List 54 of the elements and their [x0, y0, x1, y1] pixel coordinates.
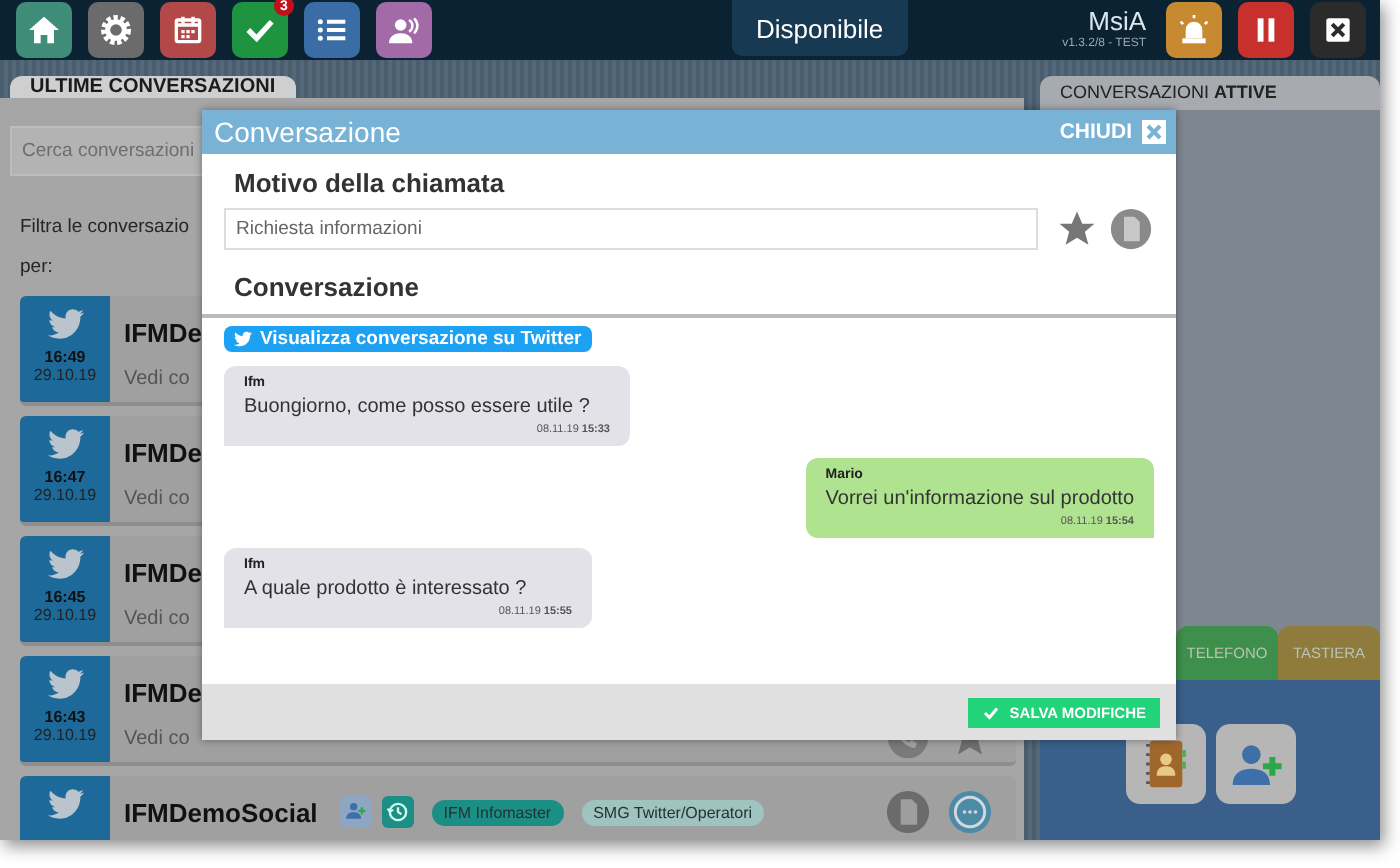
add-contact-icon[interactable] [1216, 724, 1296, 804]
date-text: 29.10.19 [33, 366, 97, 384]
tag: SMG Twitter/Operatori [581, 799, 765, 825]
date-text: 29.10.19 [33, 486, 97, 504]
calendar-icon[interactable] [160, 2, 216, 58]
history-icon[interactable] [381, 796, 414, 828]
tab[interactable]: ULTIME CONVERSAZIONI [10, 76, 296, 98]
filter-label: Filtra le conversazio [20, 214, 189, 242]
tag: IFM Infomaster [431, 799, 564, 825]
message-text: Vorrei un'informazione sul prodotto [825, 486, 1134, 514]
chat-icon[interactable] [948, 790, 992, 834]
preview-text: Vedi co [124, 607, 190, 629]
section-label: Conversazione [234, 274, 421, 302]
message-text: A quale prodotto è interessato ? [244, 576, 529, 604]
section-label: Motivo della chiamata [234, 170, 507, 198]
filter-label: per: [20, 254, 53, 282]
conversation-title: IFMDe [124, 677, 202, 707]
bird-icon [234, 330, 252, 348]
siren-icon[interactable] [1166, 2, 1222, 58]
date-text: 29.10.19 [33, 606, 97, 624]
preview-text: Vedi co [124, 487, 190, 509]
conversation-card[interactable]: IFMDemoSocial IFM Infomaster SMG Twitter/Operatori [20, 776, 1016, 840]
document-icon[interactable] [1110, 208, 1152, 250]
time-text: 16:43 [44, 708, 86, 726]
date-text: 29.10.19 [33, 726, 97, 744]
close-icon[interactable] [1310, 2, 1366, 58]
pause-icon[interactable] [1238, 2, 1294, 58]
preview-text: Vedi co [124, 727, 190, 749]
conversation-title: IFMDe [124, 437, 202, 467]
bird-icon [47, 546, 83, 582]
tab[interactable]: CONVERSAZIONI ATTIVE [1040, 76, 1380, 110]
star-icon[interactable] [1056, 208, 1098, 250]
bird-icon [47, 306, 83, 342]
bird-icon [47, 426, 83, 462]
gear-icon[interactable] [88, 2, 144, 58]
time-text: 16:47 [44, 468, 86, 486]
user-name: MsiA [1088, 6, 1146, 36]
time-text: 16:45 [44, 588, 86, 606]
dialog-title: Conversazione [214, 116, 401, 148]
bird-icon [47, 666, 83, 702]
reason-field[interactable]: Richiesta informazioni [224, 208, 1038, 250]
time-text: 16:49 [44, 348, 86, 366]
list-icon[interactable] [304, 2, 360, 58]
status-button[interactable]: Disponibile [732, 0, 908, 56]
conversation-title: IFMDemoSocial [124, 797, 318, 827]
conversation-title: IFMDe [124, 557, 202, 587]
preview-text: Vedi co [124, 367, 190, 389]
check-icon[interactable] [232, 2, 288, 58]
home-icon[interactable] [16, 2, 72, 58]
conversation-title: IFMDe [124, 317, 202, 347]
check-icon [981, 703, 1000, 721]
bird-icon [47, 786, 83, 822]
message-text: Buongiorno, come posso essere utile ? [244, 394, 592, 422]
people-icon[interactable] [376, 2, 432, 58]
